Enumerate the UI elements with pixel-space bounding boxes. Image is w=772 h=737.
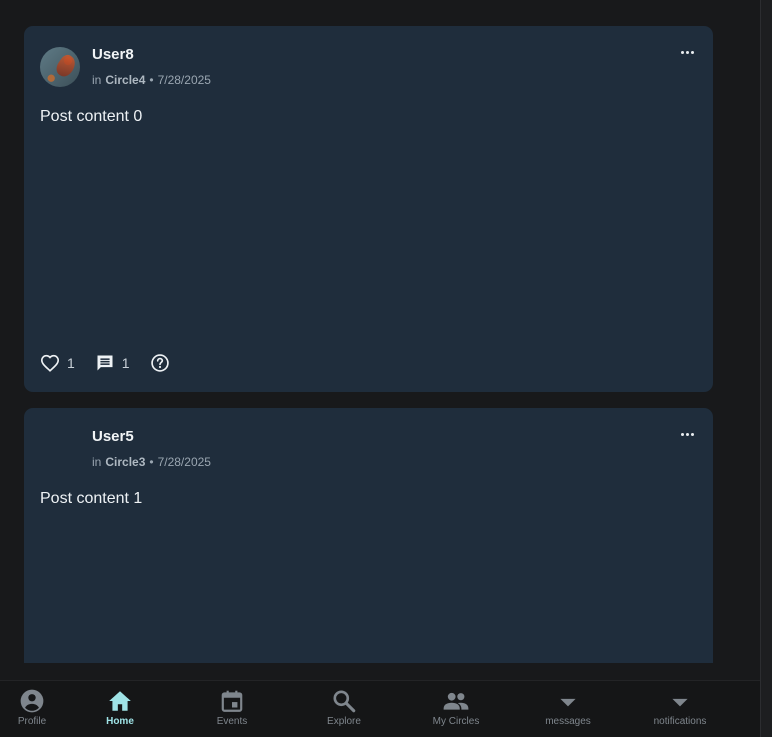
nav-label: Profile: [17, 716, 47, 727]
nav-item-explore[interactable]: Explore: [288, 681, 400, 737]
post-content: Post content 0: [40, 108, 143, 125]
more-options-button[interactable]: [679, 424, 695, 444]
post-username[interactable]: User8: [92, 46, 134, 63]
post-date: 7/28/2025: [157, 73, 211, 87]
calendar-icon: [221, 690, 243, 712]
post-date: 7/28/2025: [157, 455, 211, 469]
nav-item-profile[interactable]: Profile: [0, 681, 64, 737]
meta-separator: •: [149, 455, 154, 469]
post-card: User5 in Circle3 • 7/28/2025 Post conten…: [24, 408, 713, 663]
more-options-button[interactable]: [679, 42, 695, 62]
heart-icon: [40, 354, 60, 372]
help-circle-icon: [150, 354, 169, 372]
post-meta: in Circle3 • 7/28/2025: [92, 455, 211, 469]
like-count: 1: [67, 355, 75, 371]
circle-link[interactable]: Circle3: [105, 455, 145, 469]
nav-label: notifications: [653, 716, 707, 727]
more-dot: [685, 432, 689, 436]
search-icon: [333, 690, 356, 713]
more-dot: [685, 50, 689, 54]
nav-label: My Circles: [432, 716, 480, 727]
post-username[interactable]: User5: [92, 428, 134, 445]
like-button[interactable]: 1: [40, 354, 75, 372]
comment-icon: [97, 355, 113, 371]
nav-label: Home: [106, 716, 134, 727]
bottom-navigation: Profile Home Events Explore My Circles m…: [0, 680, 760, 737]
more-dot: [680, 432, 684, 436]
help-button[interactable]: [150, 353, 170, 373]
nav-label: Events: [216, 716, 248, 727]
avatar[interactable]: [40, 429, 80, 469]
nav-item-events[interactable]: Events: [176, 681, 288, 737]
post-feed: User8 in Circle4 • 7/28/2025 Post conten…: [0, 0, 760, 663]
more-dot: [690, 432, 694, 436]
nav-label: Explore: [327, 716, 361, 727]
circle-link[interactable]: Circle4: [105, 73, 145, 87]
post-content: Post content 1: [40, 490, 143, 507]
home-icon: [109, 691, 131, 711]
comment-button[interactable]: 1: [95, 353, 130, 373]
avatar[interactable]: [40, 47, 80, 87]
post-card: User8 in Circle4 • 7/28/2025 Post conten…: [24, 26, 713, 392]
meta-separator: •: [149, 73, 154, 87]
circle-prefix: in: [92, 73, 102, 87]
post-actions: 1 1: [40, 353, 190, 373]
scrollbar-track[interactable]: [760, 0, 772, 737]
nav-item-messages[interactable]: messages: [512, 681, 624, 737]
account-circle-icon: [20, 689, 44, 713]
caret-down-icon: [672, 698, 688, 707]
more-dot: [680, 50, 684, 54]
more-dot: [690, 50, 694, 54]
people-icon: [443, 692, 469, 710]
circle-prefix: in: [92, 455, 102, 469]
caret-down-icon: [560, 698, 576, 707]
post-meta: in Circle4 • 7/28/2025: [92, 73, 211, 87]
nav-item-my-circles[interactable]: My Circles: [400, 681, 512, 737]
comment-count: 1: [121, 355, 130, 371]
nav-item-notifications[interactable]: notifications: [624, 681, 736, 737]
nav-label: messages: [545, 716, 591, 727]
app: User8 in Circle4 • 7/28/2025 Post conten…: [0, 0, 772, 737]
nav-item-home[interactable]: Home: [64, 681, 176, 737]
